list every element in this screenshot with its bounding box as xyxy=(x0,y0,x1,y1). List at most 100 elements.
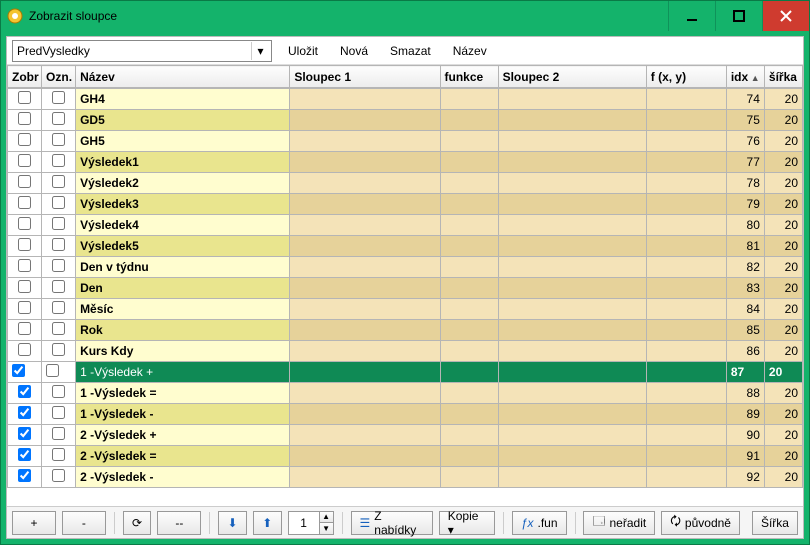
cell[interactable] xyxy=(42,362,76,383)
width-button[interactable]: Šířka xyxy=(752,511,798,535)
cell[interactable] xyxy=(42,110,76,131)
cell[interactable] xyxy=(42,215,76,236)
cell[interactable]: 20 xyxy=(764,278,802,299)
table-row[interactable]: Kurs Kdy8620 xyxy=(8,341,803,362)
cell[interactable] xyxy=(290,173,440,194)
save-button[interactable]: Uložit xyxy=(282,44,324,58)
cell[interactable] xyxy=(646,236,726,257)
ozn-checkbox[interactable] xyxy=(52,91,65,104)
cell[interactable] xyxy=(42,446,76,467)
ozn-checkbox[interactable] xyxy=(52,343,65,356)
cell[interactable] xyxy=(8,152,42,173)
cell[interactable] xyxy=(498,110,646,131)
new-button[interactable]: Nová xyxy=(334,44,374,58)
cell[interactable] xyxy=(8,467,42,488)
cell[interactable] xyxy=(440,362,498,383)
cell[interactable]: 20 xyxy=(764,194,802,215)
ozn-checkbox[interactable] xyxy=(52,112,65,125)
table-row[interactable]: 2 -Výsledek -9220 xyxy=(8,467,803,488)
cell[interactable] xyxy=(8,383,42,404)
cell[interactable]: Den xyxy=(76,278,290,299)
horizontal-scrollbar[interactable] xyxy=(7,488,803,506)
ozn-checkbox[interactable] xyxy=(52,238,65,251)
cell[interactable] xyxy=(42,299,76,320)
cell[interactable]: 83 xyxy=(726,278,764,299)
cell[interactable]: 20 xyxy=(764,257,802,278)
table-row[interactable]: GH57620 xyxy=(8,131,803,152)
zobr-checkbox[interactable] xyxy=(18,217,31,230)
cell[interactable]: 91 xyxy=(726,446,764,467)
cell[interactable]: 90 xyxy=(726,425,764,446)
spinner-down[interactable]: ▼ xyxy=(319,523,333,534)
cell[interactable] xyxy=(646,362,726,383)
zobr-checkbox[interactable] xyxy=(18,238,31,251)
cell[interactable] xyxy=(440,320,498,341)
col-sloupec2[interactable]: Sloupec 2 xyxy=(498,66,646,88)
cell[interactable] xyxy=(42,341,76,362)
zobr-checkbox[interactable] xyxy=(18,385,31,398)
cell[interactable] xyxy=(42,425,76,446)
cell[interactable] xyxy=(646,152,726,173)
cell[interactable] xyxy=(290,425,440,446)
cell[interactable] xyxy=(290,467,440,488)
cell[interactable] xyxy=(498,89,646,110)
cell[interactable] xyxy=(646,404,726,425)
cell[interactable] xyxy=(8,278,42,299)
zobr-checkbox[interactable] xyxy=(18,259,31,272)
cell[interactable] xyxy=(290,131,440,152)
cell[interactable] xyxy=(8,215,42,236)
refresh-button[interactable]: ⟳ xyxy=(123,511,152,535)
preset-combo[interactable]: PredVysledky ▾ xyxy=(12,40,272,62)
cell[interactable]: 85 xyxy=(726,320,764,341)
cell[interactable]: 81 xyxy=(726,236,764,257)
cell[interactable] xyxy=(498,467,646,488)
cell[interactable] xyxy=(42,383,76,404)
add-button[interactable]: + xyxy=(12,511,56,535)
zobr-checkbox[interactable] xyxy=(12,364,25,377)
cell[interactable]: 77 xyxy=(726,152,764,173)
cell[interactable]: 1 -Výsledek - xyxy=(76,404,290,425)
cell[interactable] xyxy=(42,152,76,173)
cell[interactable] xyxy=(646,257,726,278)
cell[interactable]: 79 xyxy=(726,194,764,215)
col-sirka[interactable]: šířka xyxy=(764,66,802,88)
cell[interactable]: 20 xyxy=(764,446,802,467)
cell[interactable]: 88 xyxy=(726,383,764,404)
cell[interactable] xyxy=(8,299,42,320)
cell[interactable] xyxy=(290,194,440,215)
cell[interactable] xyxy=(440,278,498,299)
cell[interactable]: 2 -Výsledek - xyxy=(76,467,290,488)
cell[interactable]: Kurs Kdy xyxy=(76,341,290,362)
cell[interactable]: 20 xyxy=(764,320,802,341)
cell[interactable]: GH4 xyxy=(76,89,290,110)
table-row[interactable]: Rok8520 xyxy=(8,320,803,341)
cell[interactable] xyxy=(8,257,42,278)
cell[interactable] xyxy=(440,446,498,467)
table-row[interactable]: Výsledek17720 xyxy=(8,152,803,173)
cell[interactable] xyxy=(498,362,646,383)
cell[interactable]: 89 xyxy=(726,404,764,425)
ozn-checkbox[interactable] xyxy=(52,406,65,419)
table-row[interactable]: Výsledek37920 xyxy=(8,194,803,215)
cell[interactable] xyxy=(440,215,498,236)
zobr-checkbox[interactable] xyxy=(18,406,31,419)
cell[interactable] xyxy=(646,89,726,110)
step-input[interactable] xyxy=(289,513,319,533)
cell[interactable] xyxy=(8,236,42,257)
cell[interactable] xyxy=(646,215,726,236)
cell[interactable]: 20 xyxy=(764,425,802,446)
cell[interactable]: 2 -Výsledek + xyxy=(76,425,290,446)
cell[interactable] xyxy=(42,89,76,110)
cell[interactable] xyxy=(646,194,726,215)
cell[interactable]: 74 xyxy=(726,89,764,110)
col-funkce[interactable]: funkce xyxy=(440,66,498,88)
col-zobr[interactable]: Zobr xyxy=(8,66,42,88)
from-menu-button[interactable]: ☰Z nabídky xyxy=(351,511,433,535)
cell[interactable] xyxy=(440,194,498,215)
original-button[interactable]: 🗘původně xyxy=(661,511,740,535)
cell[interactable] xyxy=(290,446,440,467)
move-up-button[interactable]: ⬆ xyxy=(253,511,282,535)
fun-button[interactable]: ƒx.fun xyxy=(512,511,567,535)
col-fxy[interactable]: f (x, y) xyxy=(646,66,726,88)
cell[interactable]: 92 xyxy=(726,467,764,488)
